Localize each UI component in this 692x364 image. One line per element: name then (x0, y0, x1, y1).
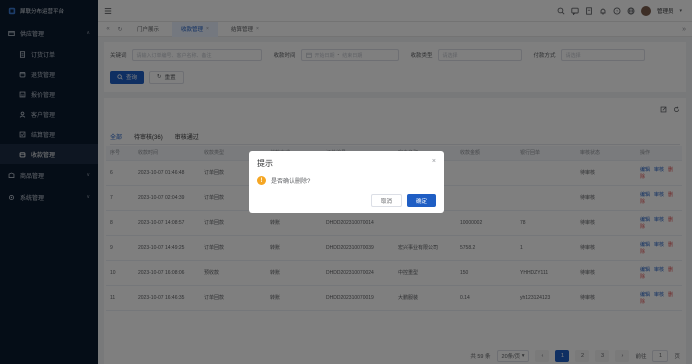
confirm-button[interactable]: 确定 (406, 194, 436, 207)
close-icon[interactable]: × (432, 158, 436, 165)
dialog-message: 是否确认删除? (271, 179, 311, 185)
dialog-title: 提示 (257, 159, 273, 168)
dialog-body: ! 是否确认删除? (257, 176, 310, 185)
cancel-button[interactable]: 取消 (370, 194, 402, 207)
dialog-footer: 取消 确定 (370, 194, 436, 207)
confirm-dialog: 提示 × ! 是否确认删除? 取消 确定 (249, 151, 444, 213)
warning-icon: ! (257, 176, 266, 185)
